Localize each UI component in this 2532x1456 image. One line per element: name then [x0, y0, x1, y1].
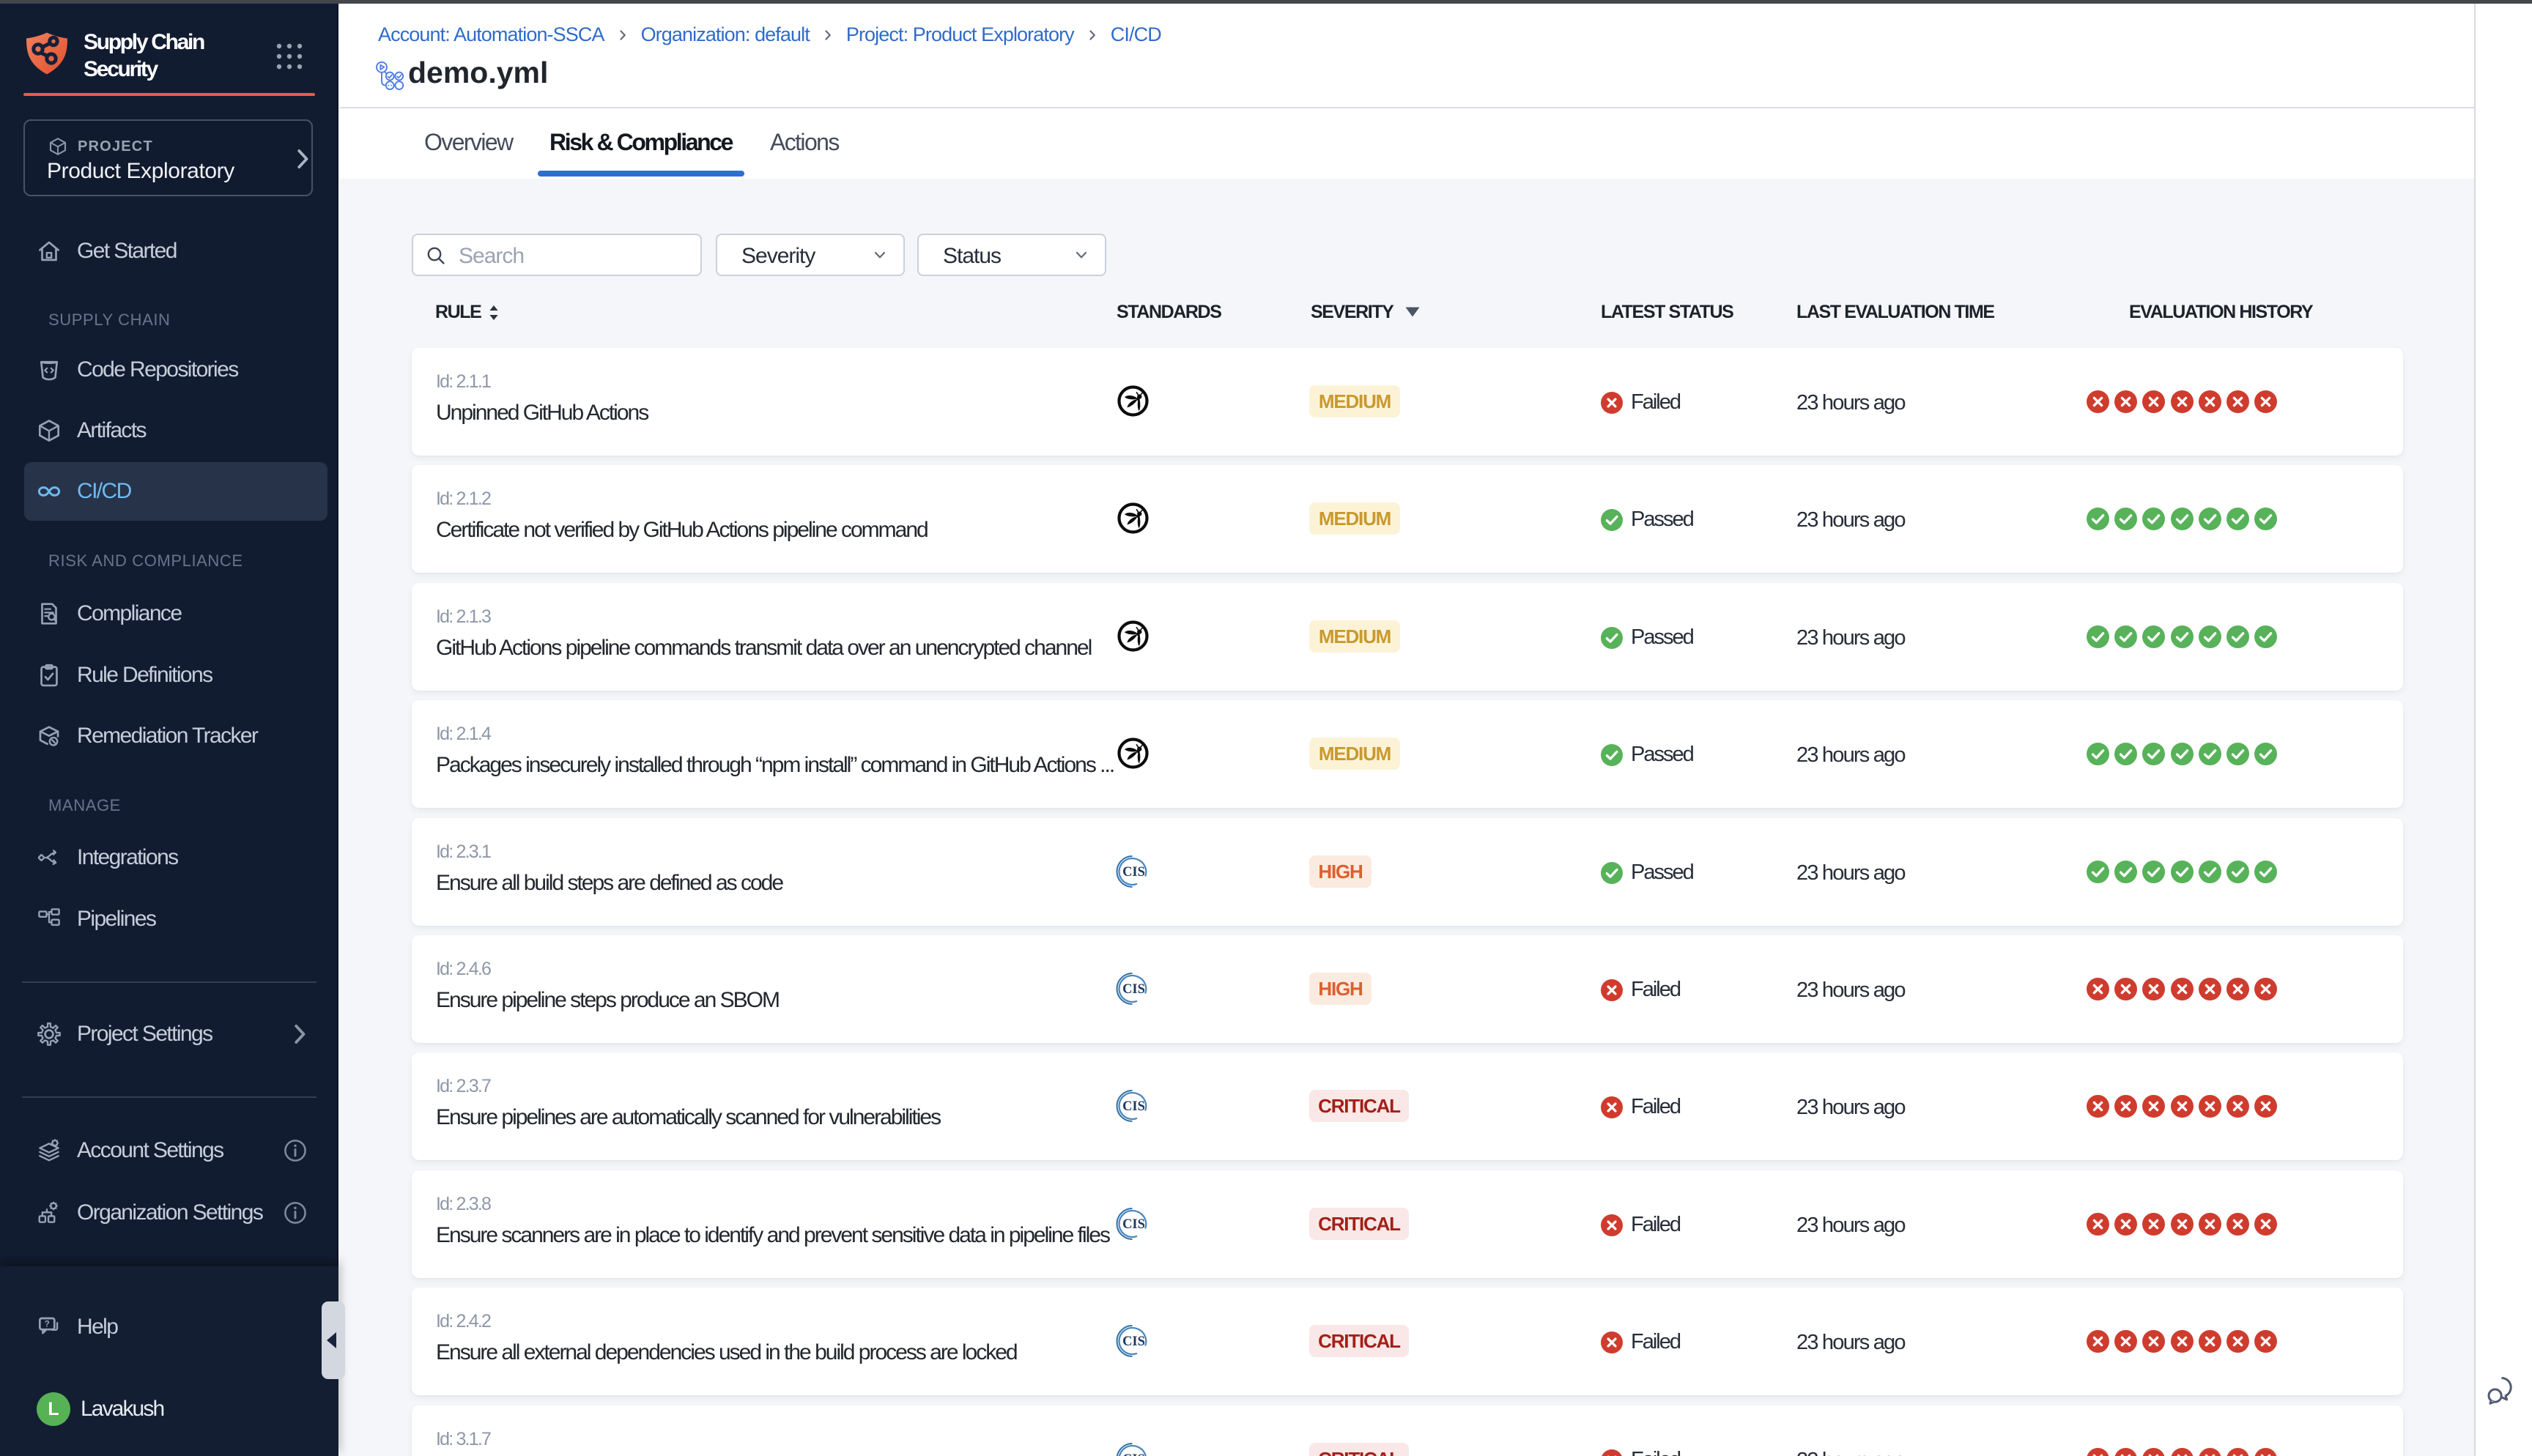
svg-text:CIS: CIS — [1122, 1099, 1145, 1114]
svg-text:CIS: CIS — [1122, 1217, 1145, 1232]
svg-text:CIS: CIS — [1122, 1334, 1145, 1349]
svg-text:?: ? — [44, 1318, 49, 1329]
svg-text:CIS: CIS — [1122, 1452, 1145, 1456]
svg-text:CIS: CIS — [1122, 865, 1145, 880]
svg-text:CIS: CIS — [1122, 982, 1145, 997]
